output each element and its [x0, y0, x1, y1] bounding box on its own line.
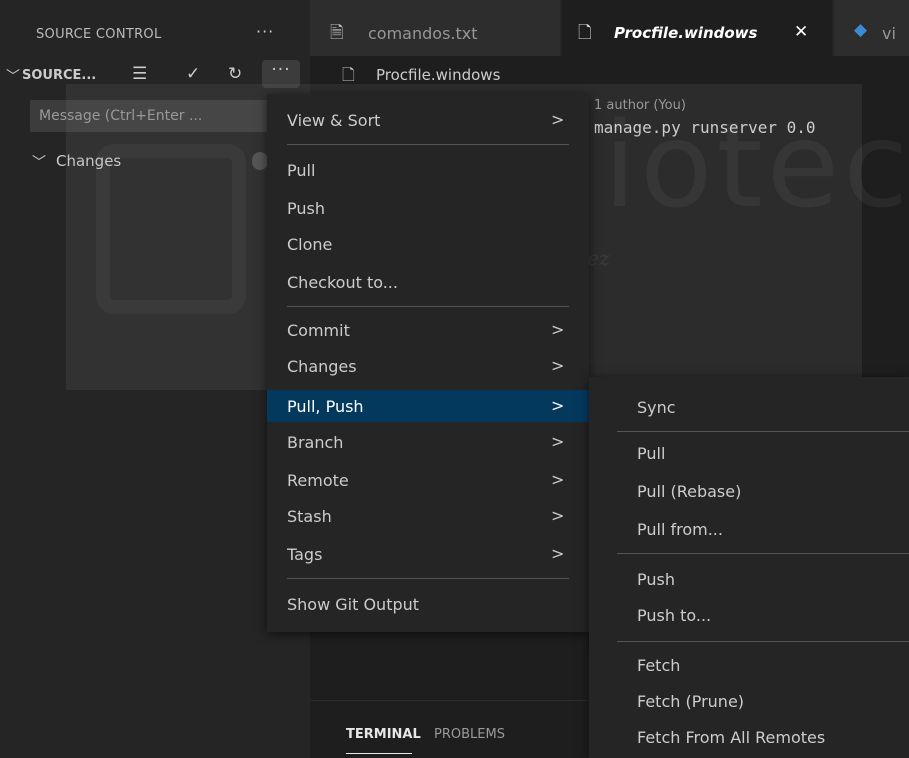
menu-item-label: Clone: [287, 235, 333, 254]
chevron-down-icon[interactable]: ﹀: [32, 152, 46, 172]
menu-item-label: View & Sort: [287, 111, 381, 130]
chevron-right-icon: >: [551, 320, 565, 339]
git-blame-codelens[interactable]: 1 author (You): [594, 98, 686, 113]
menu-separator: [287, 306, 569, 307]
chevron-right-icon: >: [551, 544, 565, 563]
tab-label: vi: [882, 24, 896, 43]
breadcrumb-item[interactable]: Procfile.windows: [376, 66, 500, 84]
menu-item-pull-from[interactable]: Pull from...: [589, 513, 909, 545]
menu-item-sync[interactable]: Sync: [589, 391, 909, 423]
tab-problems[interactable]: PROBLEMS: [434, 727, 505, 742]
menu-item-pull-push[interactable]: Pull, Push >: [267, 390, 589, 422]
menu-item-label: Changes: [287, 357, 357, 376]
menu-item-push[interactable]: Push: [267, 192, 589, 224]
changes-group[interactable]: ﹀ Changes: [0, 150, 310, 174]
menu-item-fetch-all[interactable]: Fetch From All Remotes: [589, 721, 909, 753]
menu-separator: [617, 641, 909, 642]
menu-item-label: Stash: [287, 507, 332, 526]
menu-item-view-sort[interactable]: View & Sort >: [267, 104, 589, 136]
menu-item-checkout[interactable]: Checkout to...: [267, 266, 589, 298]
repository-header[interactable]: ﹀ SOURCE... ☰ ✓ ↻ ···: [0, 60, 310, 90]
refresh-icon[interactable]: ↻: [228, 64, 242, 84]
tab-procfile-windows[interactable]: 🗋 Procfile.windows ✕: [562, 0, 832, 56]
menu-item-label: Fetch From All Remotes: [637, 728, 826, 747]
menu-item-remote[interactable]: Remote >: [267, 464, 589, 496]
source-control-sidebar: SOURCE CONTROL ··· ﹀ SOURCE... ☰ ✓ ↻ ···…: [0, 0, 310, 758]
chevron-right-icon: >: [551, 432, 565, 451]
tree-view-icon[interactable]: ☰: [132, 64, 147, 84]
menu-item-label: Pull (Rebase): [637, 482, 742, 501]
menu-item-push-to[interactable]: Push to...: [589, 599, 909, 631]
menu-item-fetch[interactable]: Fetch: [589, 649, 909, 681]
tab-terminal[interactable]: TERMINAL: [346, 727, 421, 742]
sidebar-title: SOURCE CONTROL: [36, 27, 162, 42]
chevron-right-icon: >: [551, 356, 565, 375]
menu-item-stash[interactable]: Stash >: [267, 500, 589, 532]
chevron-right-icon: >: [551, 110, 565, 129]
editor-tabs: 🗎 comandos.txt 🗋 Procfile.windows ✕ ◆ vi: [310, 0, 909, 56]
menu-item-label: Pull: [287, 161, 316, 180]
menu-item-label: Tags: [287, 545, 323, 564]
menu-item-pull[interactable]: Pull: [267, 154, 589, 186]
file-icon: 🗋: [342, 65, 355, 84]
menu-item-label: Show Git Output: [287, 595, 420, 614]
chevron-right-icon: >: [551, 396, 565, 415]
sidebar-header: SOURCE CONTROL ···: [0, 0, 310, 60]
menu-item-tags[interactable]: Tags >: [267, 538, 589, 570]
close-icon[interactable]: ✕: [794, 22, 808, 42]
code-line: manage.py runserver 0.0: [594, 118, 816, 137]
menu-item-label: Checkout to...: [287, 273, 398, 292]
python-icon: ◆: [854, 20, 868, 40]
menu-item-pull-rebase[interactable]: Pull (Rebase): [589, 475, 909, 507]
more-actions-icon[interactable]: ···: [262, 60, 300, 88]
menu-item-fetch-prune[interactable]: Fetch (Prune): [589, 685, 909, 717]
menu-separator: [617, 431, 909, 432]
changes-label: Changes: [56, 152, 122, 170]
menu-item-label: Push: [637, 570, 675, 589]
more-actions-menu: View & Sort > Pull Push Clone Checkout t…: [267, 94, 589, 632]
menu-item-label: Commit: [287, 321, 350, 340]
commit-message-input[interactable]: [30, 100, 276, 132]
menu-item-label: Pull: [637, 444, 666, 463]
menu-separator: [287, 144, 569, 145]
menu-item-label: Branch: [287, 433, 344, 452]
menu-item-label: Remote: [287, 471, 349, 490]
menu-item-label: Pull from...: [637, 520, 723, 539]
menu-item-commit[interactable]: Commit >: [267, 314, 589, 346]
repository-label: SOURCE...: [22, 68, 97, 83]
menu-separator: [617, 553, 909, 554]
chevron-right-icon: >: [551, 506, 565, 525]
menu-item-label: Pull, Push: [287, 397, 364, 416]
pull-push-submenu: Sync Pull Pull (Rebase) Pull from... Pus…: [589, 377, 909, 758]
menu-item-changes[interactable]: Changes >: [267, 350, 589, 382]
menu-item-clone[interactable]: Clone: [267, 228, 589, 260]
menu-item-branch[interactable]: Branch >: [267, 426, 589, 458]
menu-item-pull[interactable]: Pull: [589, 437, 909, 469]
breadcrumb: 🗋 Procfile.windows: [310, 58, 909, 88]
tab-label: Procfile.windows: [614, 24, 758, 42]
menu-item-label: Fetch: [637, 656, 681, 675]
file-icon: 🗋: [578, 23, 592, 43]
tab-views[interactable]: ◆ vi: [834, 0, 909, 56]
active-tab-indicator: [346, 753, 412, 754]
tab-label: comandos.txt: [368, 24, 478, 43]
menu-separator: [287, 578, 569, 579]
menu-item-label: Push to...: [637, 606, 712, 625]
checkmark-icon[interactable]: ✓: [186, 64, 200, 84]
tab-comandos[interactable]: 🗎 comandos.txt: [310, 0, 560, 56]
menu-item-label: Push: [287, 199, 325, 218]
menu-item-push[interactable]: Push: [589, 563, 909, 595]
changes-count-badge: [252, 152, 268, 170]
text-file-icon: 🗎: [330, 23, 344, 43]
menu-item-show-git-output[interactable]: Show Git Output: [267, 588, 589, 620]
menu-item-label: Fetch (Prune): [637, 692, 745, 711]
menu-item-label: Sync: [637, 398, 676, 417]
chevron-right-icon: >: [551, 470, 565, 489]
sidebar-more-icon[interactable]: ···: [256, 22, 274, 41]
chevron-down-icon[interactable]: ﹀: [6, 66, 20, 86]
